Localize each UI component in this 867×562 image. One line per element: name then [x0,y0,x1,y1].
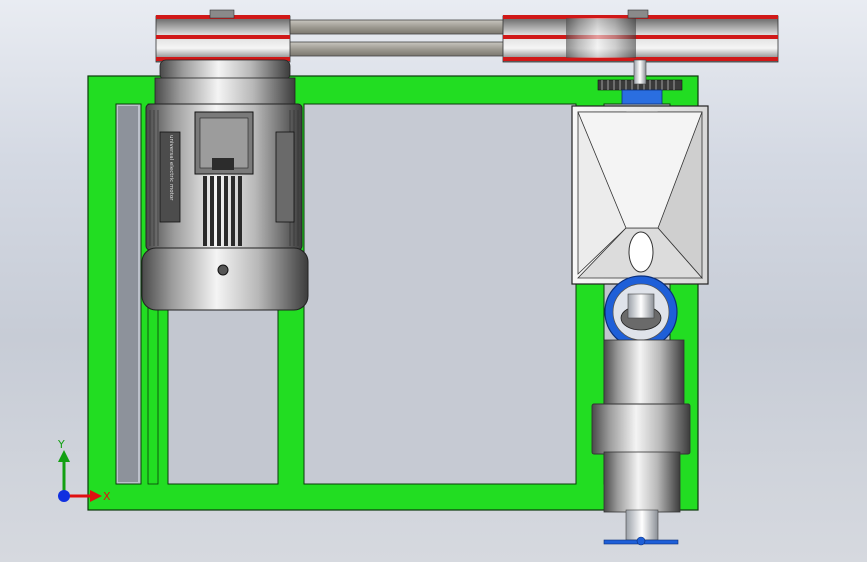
motor-end-cap [141,247,309,311]
top-shaft [633,59,647,85]
motor-nameplate-text: universal electric motor [168,135,174,201]
x-axis-label: X [103,490,111,503]
cad-viewport[interactable]: universal electric motor [0,0,867,562]
y-axis-arrow [58,450,70,494]
motor-flange [159,59,291,81]
belt-drive[interactable] [155,9,779,63]
electric-motor[interactable]: universal electric motor [141,59,309,311]
motor-right-channel [275,131,295,223]
motor-end-bolt [217,264,229,276]
y-axis-label: Y [57,438,65,451]
grinder-collar [591,403,691,455]
frame-opening-center [303,103,577,485]
grinder-lower-body [603,451,681,513]
top-bearing-ring [621,89,663,105]
hopper-outlet [628,231,654,273]
coordinate-triad: Y X [57,438,111,503]
driven-pulley[interactable] [502,9,779,63]
grinder-barrel [603,339,685,407]
z-axis-origin [58,490,70,502]
motor-pulley[interactable] [155,9,291,63]
output-shaft [625,509,659,541]
frame-shadow-strip [118,106,138,482]
